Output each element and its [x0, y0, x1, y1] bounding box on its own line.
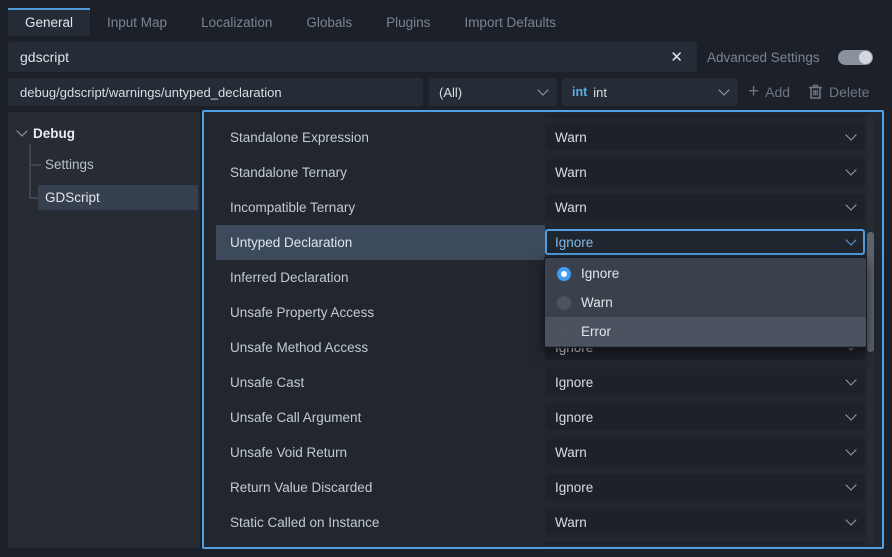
tree-item-settings[interactable]: Settings — [38, 152, 198, 177]
int-type-icon: int — [572, 85, 587, 99]
chevron-down-icon — [845, 129, 856, 140]
setting-row: Unsafe Cast Ignore — [204, 365, 882, 400]
tab-plugins[interactable]: Plugins — [369, 8, 447, 36]
setting-row: Unsafe Call Argument Ignore — [204, 400, 882, 435]
toggle-knob — [859, 51, 872, 64]
setting-label: Incompatible Ternary — [216, 190, 545, 225]
tab-globals[interactable]: Globals — [289, 8, 369, 36]
property-path-field[interactable]: debug/gdscript/warnings/untyped_declarat… — [8, 78, 423, 106]
setting-label: Unsafe Cast — [216, 365, 545, 400]
chevron-down-icon — [845, 479, 856, 490]
tree-root-label: Debug — [33, 126, 75, 141]
chevron-down-icon — [537, 84, 548, 95]
tab-localization[interactable]: Localization — [184, 8, 289, 36]
advanced-settings-toggle[interactable] — [838, 50, 873, 65]
type-value: int — [593, 85, 607, 100]
setting-label: Unsafe Void Return — [216, 435, 545, 470]
setting-label: Unsafe Method Access — [216, 330, 545, 365]
setting-value-dropdown[interactable]: Warn — [545, 194, 865, 220]
type-dropdown[interactable]: int int — [562, 78, 738, 106]
setting-value-dropdown[interactable]: Warn — [545, 509, 865, 535]
tree-item-debug[interactable]: Debug — [18, 122, 75, 144]
tab-general[interactable]: General — [8, 8, 90, 36]
chevron-down-icon — [845, 234, 856, 245]
setting-row: Untyped Declaration Ignore — [204, 225, 882, 260]
chevron-down-icon — [845, 444, 856, 455]
partial-row-dropdown — [545, 542, 865, 545]
setting-label: Static Called on Instance — [216, 505, 545, 540]
feature-filter-dropdown[interactable]: (All) — [429, 78, 557, 106]
setting-value: Warn — [555, 515, 847, 530]
advanced-settings-label: Advanced Settings — [707, 42, 820, 72]
setting-value-dropdown[interactable]: Warn — [545, 159, 865, 185]
chevron-down-icon — [845, 164, 856, 175]
setting-value: Ignore — [555, 410, 847, 425]
setting-row: Standalone Ternary Warn — [204, 155, 882, 190]
search-field[interactable]: ✕ — [8, 42, 697, 72]
tree-guide-line — [29, 144, 31, 199]
setting-value-dropdown[interactable]: Ignore — [545, 474, 865, 500]
setting-value: Warn — [555, 445, 847, 460]
property-path-text: debug/gdscript/warnings/untyped_declarat… — [20, 85, 282, 100]
setting-label: Unsafe Call Argument — [216, 400, 545, 435]
popup-option-ignore[interactable]: Ignore — [545, 259, 866, 288]
setting-value-dropdown[interactable]: Ignore — [545, 229, 865, 255]
popup-option-error[interactable]: Error — [545, 317, 866, 346]
feature-filter-value: (All) — [439, 85, 462, 100]
setting-value-dropdown[interactable]: Ignore — [545, 369, 865, 395]
setting-value-dropdown[interactable]: Ignore — [545, 404, 865, 430]
setting-value-dropdown[interactable]: Warn — [545, 439, 865, 465]
partial-row-dropdown — [545, 114, 865, 118]
delete-property-button[interactable]: Delete — [808, 78, 869, 106]
add-property-button[interactable]: + Add — [748, 78, 790, 106]
setting-label: Untyped Declaration — [216, 225, 545, 260]
delete-button-label: Delete — [829, 84, 869, 100]
chevron-down-icon — [845, 374, 856, 385]
tab-input-map[interactable]: Input Map — [90, 8, 184, 36]
clear-search-icon[interactable]: ✕ — [666, 48, 687, 67]
setting-label: Standalone Expression — [216, 120, 545, 155]
setting-label: Unsafe Property Access — [216, 295, 545, 330]
search-input[interactable] — [18, 48, 666, 66]
radio-icon — [557, 325, 571, 339]
setting-row: Unsafe Void Return Warn — [204, 435, 882, 470]
tab-import-defaults[interactable]: Import Defaults — [447, 8, 573, 36]
popup-option-label: Ignore — [581, 266, 619, 281]
setting-row: Static Called on Instance Warn — [204, 505, 882, 540]
setting-value: Warn — [555, 200, 847, 215]
setting-row: Incompatible Ternary Warn — [204, 190, 882, 225]
chevron-down-icon — [845, 514, 856, 525]
chevron-down-icon — [845, 199, 856, 210]
setting-row: Standalone Expression Warn — [204, 120, 882, 155]
radio-icon — [557, 296, 571, 310]
popup-option-label: Error — [581, 324, 611, 339]
scrollbar-thumb[interactable] — [867, 232, 874, 352]
setting-value-dropdown[interactable]: Warn — [545, 124, 865, 150]
chevron-down-icon — [16, 125, 27, 136]
setting-value: Ignore — [555, 375, 847, 390]
setting-label: Standalone Ternary — [216, 155, 545, 190]
setting-label: Inferred Declaration — [216, 260, 545, 295]
settings-tab-bar: GeneralInput MapLocalizationGlobalsPlugi… — [8, 8, 573, 36]
chevron-down-icon — [845, 409, 856, 420]
setting-value: Warn — [555, 130, 847, 145]
add-button-label: Add — [765, 84, 790, 100]
tree-item-gdscript[interactable]: GDScript — [38, 185, 198, 210]
setting-value: Warn — [555, 165, 847, 180]
popup-option-label: Warn — [581, 295, 613, 310]
editor-settings-window: GeneralInput MapLocalizationGlobalsPlugi… — [0, 0, 892, 557]
settings-section-tree: Debug Settings GDScript — [8, 112, 200, 548]
radio-selected-icon — [557, 267, 571, 281]
setting-label: Return Value Discarded — [216, 470, 545, 505]
setting-row: Return Value Discarded Ignore — [204, 470, 882, 505]
popup-option-warn[interactable]: Warn — [545, 288, 866, 317]
plus-icon: + — [748, 82, 759, 101]
trash-icon — [808, 84, 823, 100]
setting-value: Ignore — [555, 480, 847, 495]
setting-value: Ignore — [555, 235, 847, 250]
chevron-down-icon — [718, 84, 729, 95]
warning-level-popup: Ignore Warn Error — [544, 257, 867, 348]
